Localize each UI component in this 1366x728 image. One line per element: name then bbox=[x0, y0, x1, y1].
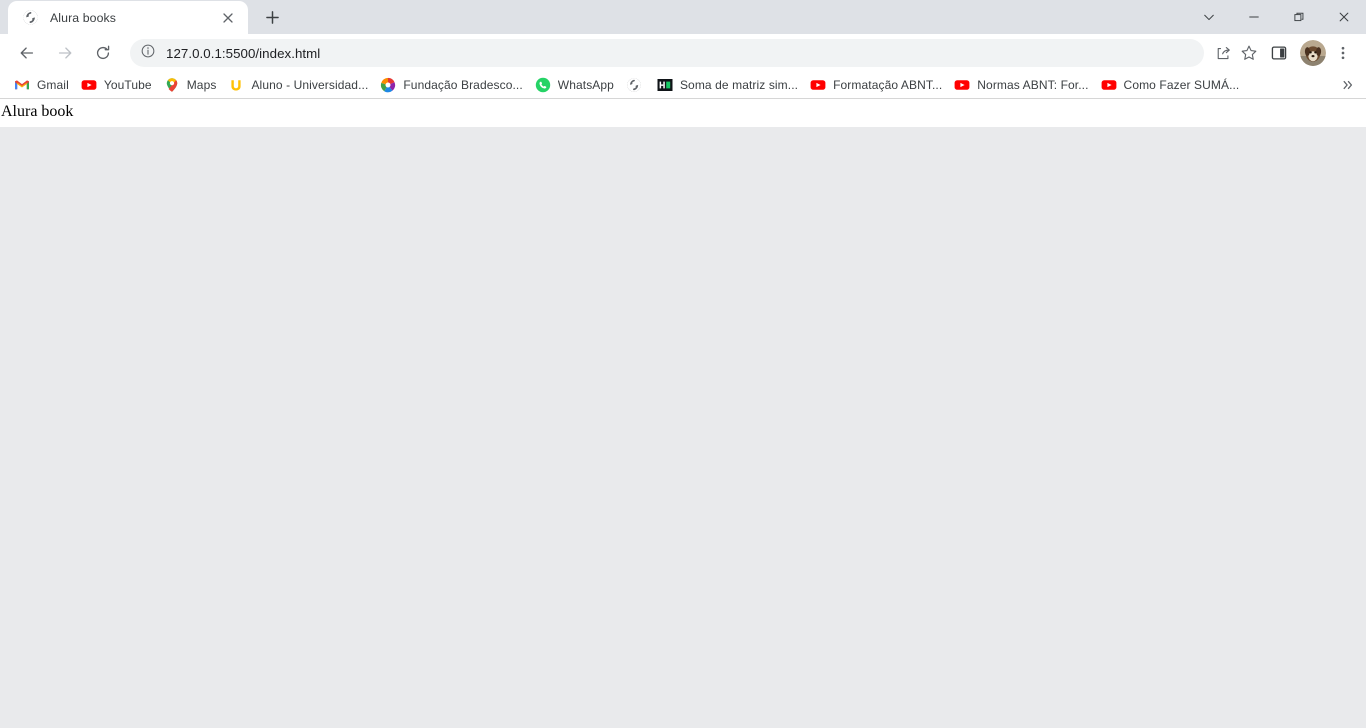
bookmark-label: Aluno - Universidad... bbox=[251, 78, 369, 92]
star-icon bbox=[1241, 45, 1257, 60]
bookmark-label: Formatação ABNT... bbox=[833, 78, 943, 92]
youtube-icon bbox=[1101, 77, 1117, 93]
share-button[interactable] bbox=[1210, 40, 1236, 66]
globe-icon bbox=[626, 77, 642, 93]
page-content: Alura book bbox=[0, 98, 1366, 128]
bradesco-icon bbox=[380, 77, 396, 93]
youtube-icon bbox=[954, 77, 970, 93]
bookmark-gmail[interactable]: Gmail bbox=[10, 74, 77, 96]
toolbar-actions bbox=[1210, 38, 1358, 68]
new-tab-button[interactable] bbox=[258, 3, 286, 31]
bookmark-label: Normas ABNT: For... bbox=[977, 78, 1089, 92]
browser-toolbar: 127.0.0.1:5500/index.html bbox=[0, 34, 1366, 72]
bookmark-label: Soma de matriz sim... bbox=[679, 78, 799, 92]
bookmark-label: Gmail bbox=[37, 78, 69, 92]
close-icon bbox=[1339, 12, 1348, 22]
maximize-icon bbox=[1293, 12, 1303, 22]
reload-button[interactable] bbox=[88, 38, 118, 68]
gmail-icon bbox=[14, 77, 30, 93]
bookmark-label: YouTube bbox=[103, 78, 152, 92]
double-chevron-right-icon bbox=[1343, 80, 1353, 90]
aluno-icon bbox=[228, 77, 244, 93]
bookmark-label: Maps bbox=[186, 78, 217, 92]
close-icon[interactable] bbox=[218, 8, 238, 28]
avatar[interactable] bbox=[1300, 40, 1326, 66]
bookmark-label: WhatsApp bbox=[557, 78, 614, 92]
bookmark-aluno[interactable]: Aluno - Universidad... bbox=[224, 74, 376, 96]
three-dot-menu-icon bbox=[1341, 46, 1345, 60]
bookmark-youtube[interactable]: YouTube bbox=[77, 74, 160, 96]
bookmark-normas-abnt[interactable]: Normas ABNT: For... bbox=[950, 74, 1096, 96]
bookmark-button[interactable] bbox=[1236, 40, 1262, 66]
bookmark-bradesco[interactable]: Fundação Bradesco... bbox=[376, 74, 530, 96]
url-text: 127.0.0.1:5500/index.html bbox=[166, 45, 321, 61]
minimize-button[interactable] bbox=[1231, 0, 1276, 34]
side-panel-icon bbox=[1271, 46, 1287, 60]
bookmark-globe[interactable] bbox=[622, 74, 653, 96]
tab-alura-books[interactable]: Alura books bbox=[8, 1, 248, 34]
globe-icon bbox=[22, 9, 39, 26]
forward-arrow-icon bbox=[58, 47, 72, 59]
window-controls bbox=[1186, 0, 1366, 34]
page-viewport: Alura book bbox=[0, 98, 1366, 728]
maps-icon bbox=[164, 77, 180, 93]
chrome-menu-button[interactable] bbox=[1328, 38, 1358, 68]
bookmark-soma-de-matriz[interactable]: Soma de matriz sim... bbox=[653, 74, 806, 96]
bookmarks-bar: Gmail YouTube Maps Aluno - Universidad..… bbox=[0, 72, 1366, 98]
site-info-icon[interactable] bbox=[140, 43, 156, 64]
minimize-icon bbox=[1248, 16, 1259, 18]
bookmark-como-fazer-sumario[interactable]: Como Fazer SUMÁ... bbox=[1097, 74, 1248, 96]
chevron-down-icon bbox=[1203, 14, 1214, 21]
bookmarks-overflow-button[interactable] bbox=[1338, 75, 1358, 95]
back-button[interactable] bbox=[12, 38, 42, 68]
page-title: Alura book bbox=[1, 103, 74, 120]
plus-icon bbox=[265, 10, 279, 24]
youtube-icon bbox=[81, 77, 97, 93]
whatsapp-icon bbox=[535, 77, 551, 93]
tab-strip: Alura books bbox=[0, 0, 1366, 34]
side-panel-button[interactable] bbox=[1264, 38, 1294, 68]
matrix-icon bbox=[657, 77, 673, 93]
back-arrow-icon bbox=[20, 47, 34, 59]
close-window-button[interactable] bbox=[1321, 0, 1366, 34]
tab-title: Alura books bbox=[50, 10, 117, 25]
youtube-icon bbox=[810, 77, 826, 93]
bookmark-whatsapp[interactable]: WhatsApp bbox=[531, 74, 622, 96]
bookmark-maps[interactable]: Maps bbox=[160, 74, 225, 96]
tab-search-button[interactable] bbox=[1186, 0, 1231, 34]
maximize-button[interactable] bbox=[1276, 0, 1321, 34]
reload-icon bbox=[96, 45, 110, 60]
bookmark-label: Como Fazer SUMÁ... bbox=[1123, 78, 1240, 92]
share-icon bbox=[1217, 46, 1230, 59]
browser-window: Alura books 127.0.0.1:5500/index.html Gm… bbox=[0, 0, 1366, 728]
forward-button[interactable] bbox=[50, 38, 80, 68]
bookmark-label: Fundação Bradesco... bbox=[403, 78, 523, 92]
bookmark-formatacao-abnt[interactable]: Formatação ABNT... bbox=[806, 74, 950, 96]
address-bar[interactable]: 127.0.0.1:5500/index.html bbox=[130, 39, 1204, 67]
